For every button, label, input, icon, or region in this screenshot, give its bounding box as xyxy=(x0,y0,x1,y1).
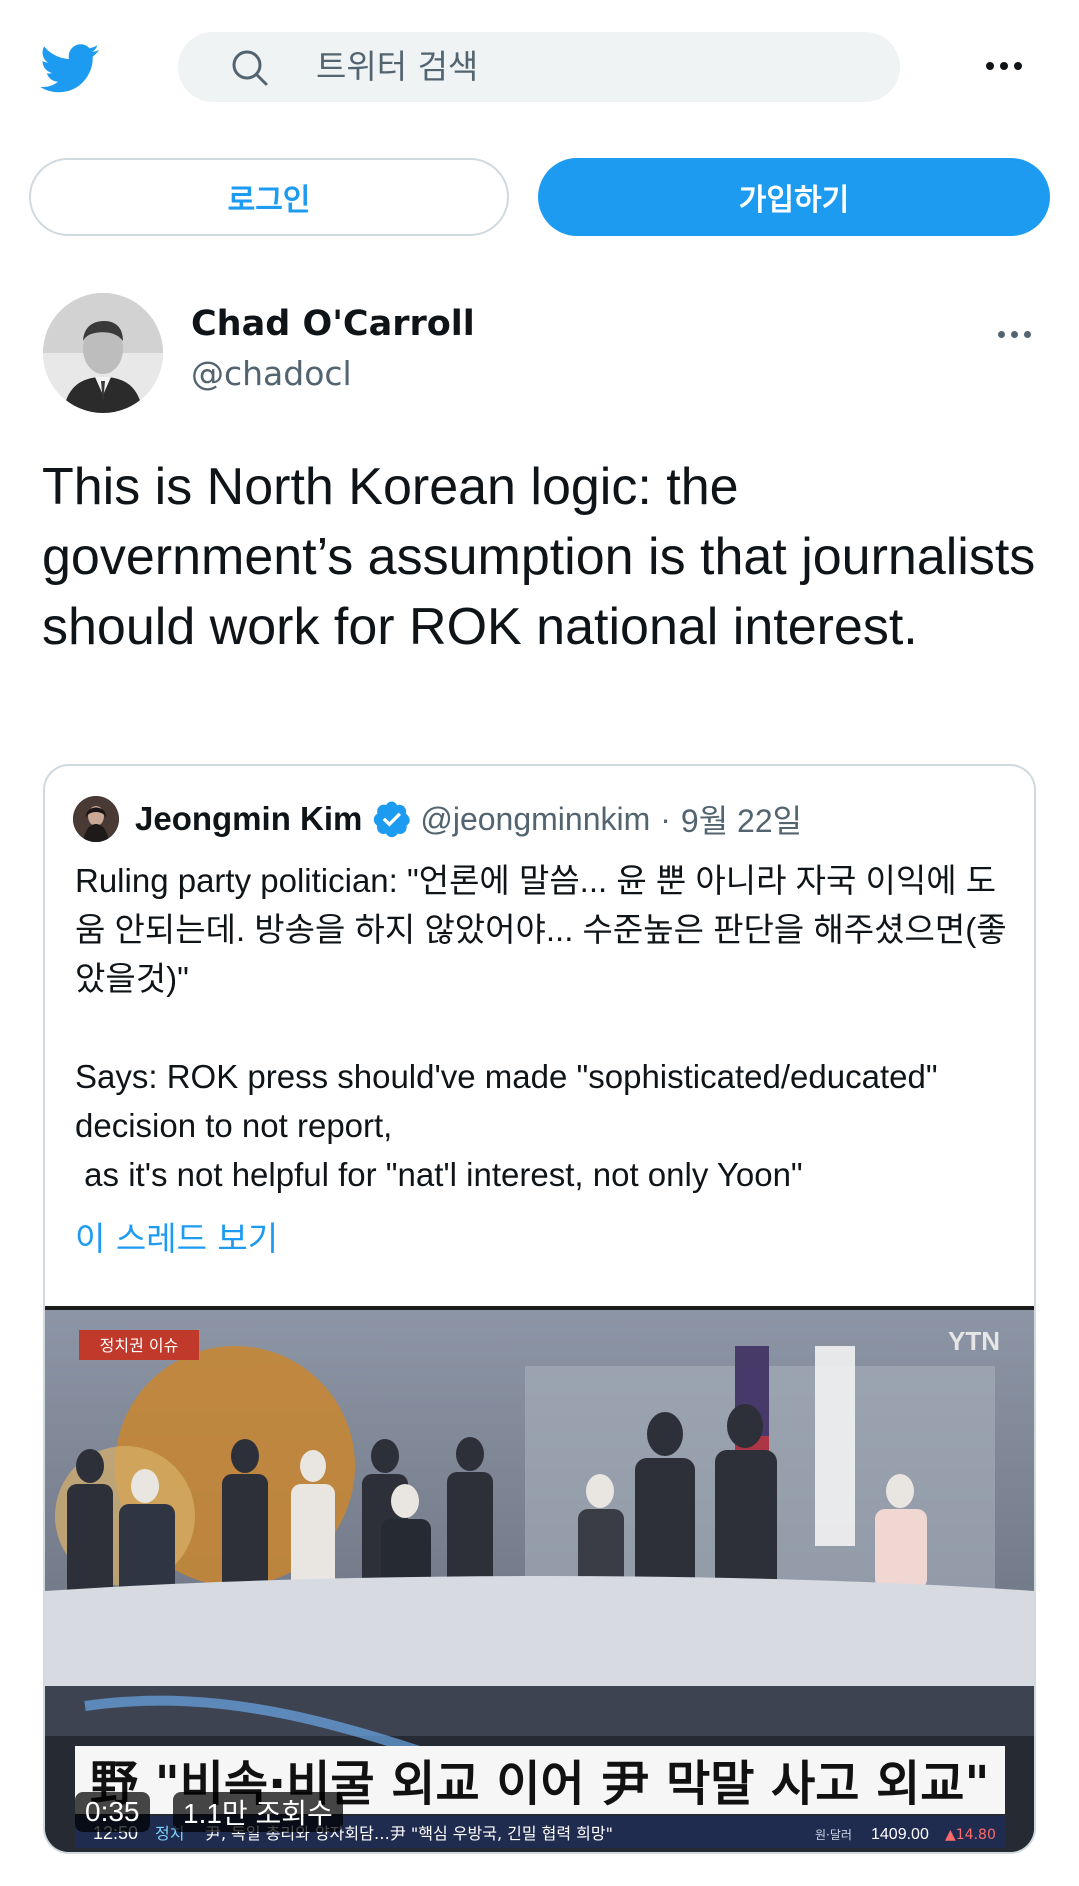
segment-tag: 정치권 이슈 xyxy=(100,1336,179,1355)
quoted-author-handle[interactable]: @jeongminnkim xyxy=(420,801,650,838)
search-bar[interactable]: 트위터 검색 xyxy=(178,32,900,102)
more-icon[interactable] xyxy=(980,44,1028,88)
quoted-tweet[interactable]: Jeongmin Kim @jeongminnkim · 9월 22일 Ruli… xyxy=(43,764,1036,1854)
market-label: 원·달러 xyxy=(815,1828,852,1842)
quoted-tweet-text: Ruling party politician: "언론에 말씀... 윤 뿐 … xyxy=(75,862,1007,1193)
video-elapsed-badge: 0:35 xyxy=(75,1792,150,1832)
quoted-author-name[interactable]: Jeongmin Kim xyxy=(135,800,362,838)
video-player[interactable]: 정치권 이슈 YTN 野 "비속·비굴 외교 이어 尹 막말 사고 외교" 12… xyxy=(45,1306,1034,1852)
quoted-tweet-header: Jeongmin Kim @jeongminnkim · 9월 22일 xyxy=(73,794,802,844)
separator-dot: · xyxy=(660,800,671,837)
signup-button[interactable]: 가입하기 xyxy=(538,158,1050,236)
tweet-header: Chad O'Carroll @chadocl xyxy=(0,290,1079,420)
avatar[interactable] xyxy=(43,293,163,413)
search-placeholder[interactable]: 트위터 검색 xyxy=(316,48,478,86)
tweet-text: This is North Korean logic: the governme… xyxy=(42,458,1036,656)
market-change: ▲14.80 xyxy=(945,1827,996,1843)
author-name[interactable]: Chad O'Carroll xyxy=(191,304,475,344)
top-bar: 트위터 검색 xyxy=(0,0,1079,135)
market-value: 1409.00 xyxy=(871,1826,929,1843)
quoted-avatar xyxy=(73,796,119,842)
login-button[interactable]: 로그인 xyxy=(29,158,509,236)
broadcaster-logo: YTN xyxy=(948,1326,1000,1356)
video-thumbnail: 정치권 이슈 YTN 野 "비속·비굴 외교 이어 尹 막말 사고 외교" 12… xyxy=(45,1306,1034,1852)
video-views-badge: 1.1만 조회수 xyxy=(173,1792,343,1832)
quoted-date[interactable]: 9월 22일 xyxy=(681,796,802,842)
verified-badge-icon xyxy=(372,799,412,839)
search-icon xyxy=(230,48,270,88)
author-handle[interactable]: @chadocl xyxy=(191,354,352,393)
show-thread-link[interactable]: 이 스레드 보기 xyxy=(75,1212,278,1260)
twitter-bird-icon[interactable] xyxy=(40,44,100,94)
tweet-more-icon[interactable] xyxy=(990,320,1038,348)
